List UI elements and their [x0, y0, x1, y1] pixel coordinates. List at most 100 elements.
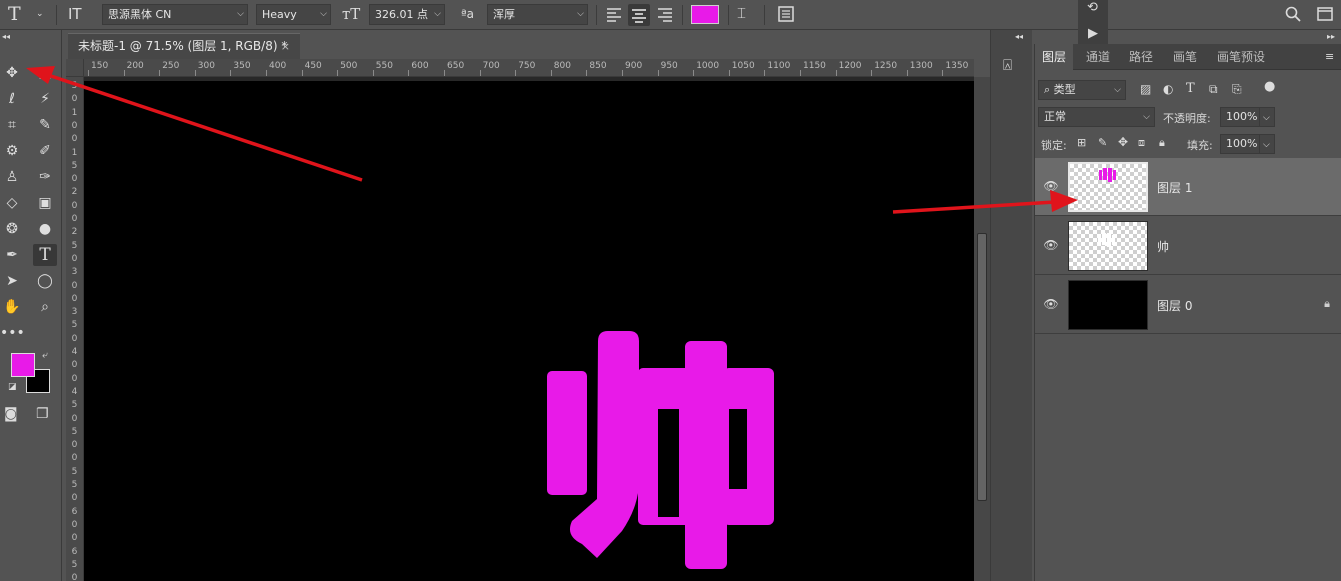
opacity-dropdown-button[interactable]: ⌵ [1259, 107, 1275, 127]
scrollbar-thumb[interactable] [977, 233, 987, 501]
canvas-area[interactable] [84, 77, 974, 581]
filter-smart-object-icon[interactable]: ⎘ [1232, 82, 1242, 97]
tab-paths[interactable]: 路径 [1129, 44, 1153, 70]
tab-brushes[interactable]: 画笔 [1173, 44, 1197, 70]
crop-tool-icon[interactable]: ⌗ [0, 114, 24, 136]
layer-row[interactable]: 👁︎ 图层 1 [1035, 158, 1341, 216]
ruler-tick-label: 4 [70, 347, 79, 357]
divider [764, 5, 765, 25]
zoom-tool-icon[interactable]: ⌕ [33, 296, 57, 318]
play-action-icon[interactable]: ▶ [1088, 26, 1098, 41]
screen-mode-icon[interactable]: ❐ [36, 406, 49, 422]
stamp-tool-icon[interactable]: ♙ [0, 166, 24, 188]
eyedropper-tool-icon[interactable]: ✎ [33, 114, 57, 136]
layer-name[interactable]: 帅 [1157, 238, 1169, 255]
canvas[interactable] [84, 81, 974, 581]
visibility-eye-icon[interactable]: 👁︎ [1043, 296, 1059, 312]
visibility-eye-icon[interactable]: 👁︎ [1043, 237, 1059, 253]
lock-transparent-icon[interactable]: ⊞ [1077, 136, 1086, 149]
layer-row[interactable]: 👁︎ 图层 0 🔒︎ [1035, 276, 1341, 334]
eraser-tool-icon[interactable]: ◇ [0, 192, 24, 214]
tool-preset-chevron-icon[interactable]: ⌄ [36, 9, 44, 19]
layer-name[interactable]: 图层 0 [1157, 297, 1192, 314]
ruler-tick-label: 0 [70, 414, 79, 424]
lasso-tool-icon[interactable]: ℓ [0, 88, 24, 110]
workspace-icon[interactable] [1316, 5, 1334, 23]
collapse-panels-icon[interactable]: ◂◂ [1015, 32, 1023, 41]
layer-filter-dropdown[interactable]: ⌕ 类型 ⌵ [1038, 80, 1126, 100]
stamp-preset-icon[interactable]: ⍓ [1003, 56, 1012, 74]
character-panel-icon[interactable] [777, 5, 795, 23]
panel-menu-icon[interactable]: ≡ [1325, 50, 1334, 63]
vertical-scrollbar[interactable] [974, 77, 990, 581]
filter-adjustment-icon[interactable]: ◐ [1163, 82, 1173, 96]
font-size-dropdown[interactable]: 326.01 点 ⌵ [369, 4, 445, 25]
tab-brush-presets[interactable]: 画笔预设 [1217, 44, 1265, 70]
brush-tool-icon[interactable]: ✐ [33, 140, 57, 162]
blend-mode-dropdown[interactable]: 正常 ⌵ [1038, 107, 1155, 127]
opacity-label: 不透明度: [1163, 110, 1211, 126]
swap-colors-icon[interactable]: ⤶ [42, 350, 48, 361]
close-icon[interactable]: × [281, 34, 290, 59]
ruler-tick-label: 350 [233, 61, 250, 71]
ruler-tick-label: 250 [162, 61, 179, 71]
ruler-tick-label: 0 [70, 254, 79, 264]
history-icon[interactable]: ⟲ [1087, 0, 1098, 15]
gradient-tool-icon[interactable]: ▣ [33, 192, 57, 214]
marquee-tool-icon[interactable]: ⬚ [33, 62, 57, 84]
font-family-dropdown[interactable]: 思源黑体 CN ⌵ [102, 4, 248, 25]
magic-wand-tool-icon[interactable]: ⚡ [33, 88, 57, 110]
lock-all-icon[interactable]: 🔒︎ [1159, 136, 1165, 150]
warp-text-icon[interactable]: ⌶ [737, 4, 746, 22]
antialias-dropdown[interactable]: 浑厚 ⌵ [487, 4, 588, 25]
layer-thumbnail [1068, 162, 1148, 212]
lock-artboard-icon[interactable]: ⧈ [1138, 136, 1145, 150]
ruler-tick-label: 5 [70, 427, 79, 437]
chevron-down-icon: ⌵ [1263, 140, 1270, 150]
hand-tool-icon[interactable]: ✋ [0, 296, 24, 318]
filter-toggle-icon[interactable]: ● [1264, 79, 1275, 94]
text-color-swatch[interactable] [691, 5, 719, 24]
lock-position-icon[interactable]: ✥ [1118, 135, 1128, 149]
canvas-text-glyph[interactable] [547, 331, 787, 576]
collapse-toolbar-icon[interactable]: ◂◂ [2, 32, 10, 41]
layer-row[interactable]: 👁︎ 帅 [1035, 217, 1341, 275]
foreground-color-swatch[interactable] [11, 353, 35, 377]
align-center-icon[interactable] [628, 4, 650, 26]
dodge-tool-icon[interactable]: ● [33, 218, 57, 240]
layer-name[interactable]: 图层 1 [1157, 179, 1192, 196]
search-icon[interactable] [1284, 5, 1302, 23]
font-style-dropdown[interactable]: Heavy ⌵ [256, 4, 331, 25]
path-selection-tool-icon[interactable]: ➤ [0, 270, 24, 292]
fill-dropdown-button[interactable]: ⌵ [1259, 134, 1275, 154]
visibility-eye-icon[interactable]: 👁︎ [1043, 178, 1059, 194]
chevron-down-icon: ⌵ [1114, 81, 1121, 99]
align-left-icon[interactable] [604, 4, 624, 25]
font-size-icon: ᴛT [342, 5, 360, 23]
divider [728, 5, 729, 25]
move-tool-icon[interactable]: ✥ [0, 62, 24, 84]
text-orientation-icon[interactable]: IT [68, 5, 82, 23]
document-tab[interactable]: 未标题-1 @ 71.5% (图层 1, RGB/8) * × [68, 33, 300, 59]
lock-pixels-icon[interactable]: ✎ [1098, 136, 1107, 149]
filter-type-icon[interactable]: T [1186, 81, 1195, 96]
type-tool-icon[interactable]: T [8, 3, 21, 25]
blur-tool-icon[interactable]: ❂ [0, 218, 24, 240]
more-tools-icon[interactable]: ••• [0, 322, 24, 344]
tab-channels[interactable]: 通道 [1086, 44, 1110, 70]
ruler-tick-label: 1050 [732, 61, 755, 71]
pen-tool-icon[interactable]: ✒ [0, 244, 24, 266]
filter-pixel-icon[interactable]: ▨ [1140, 82, 1151, 96]
ruler-tick-label: 0 [70, 360, 79, 370]
collapse-icon[interactable]: ▸▸ [1327, 32, 1335, 41]
patch-tool-icon[interactable]: ⚙ [0, 140, 24, 162]
tab-layers[interactable]: 图层 [1035, 44, 1073, 70]
quick-mask-icon[interactable]: ◙ [4, 406, 18, 422]
align-right-icon[interactable] [655, 4, 675, 25]
history-brush-tool-icon[interactable]: ✑ [33, 166, 57, 188]
filter-shape-icon[interactable]: ⧉ [1209, 82, 1218, 97]
default-colors-icon[interactable]: ◪ [8, 382, 17, 392]
type-tool-icon[interactable]: T [33, 244, 57, 266]
document-tab-title: 未标题-1 @ 71.5% (图层 1, RGB/8) * [78, 39, 287, 53]
ellipse-tool-icon[interactable]: ◯ [33, 270, 57, 292]
